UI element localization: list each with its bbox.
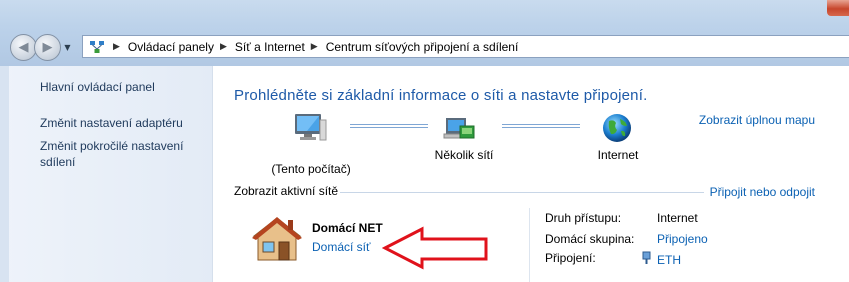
multiple-networks-icon[interactable]: [440, 112, 480, 149]
breadcrumb-separator-icon[interactable]: ▶: [311, 41, 318, 52]
back-button[interactable]: ◀: [10, 34, 37, 61]
connections-label: Připojení:: [545, 251, 596, 265]
navigation-buttons: ◀ ▶ ▼: [10, 34, 73, 61]
link-change-advanced-sharing-cont[interactable]: sdílení: [40, 154, 75, 170]
address-bar[interactable]: ▶ Ovládací panely ▶ Síť a Internet ▶ Cen…: [82, 35, 849, 58]
breadcrumb-control-panel[interactable]: Ovládací panely: [128, 40, 214, 54]
back-arrow-icon: ◀: [18, 40, 29, 55]
section-divider: [340, 192, 704, 193]
access-type-value: Internet: [657, 211, 698, 225]
forward-button[interactable]: ▶: [34, 34, 61, 61]
map-connection-line: [350, 124, 428, 128]
this-computer-icon[interactable]: [290, 112, 330, 147]
window-chrome: ◀ ▶ ▼ ▶ Ovládací panely ▶ Síť a Internet…: [0, 0, 849, 66]
properties-divider: [529, 208, 530, 282]
homegroup-value-link[interactable]: Připojeno: [657, 232, 708, 246]
homegroup-label: Domácí skupina:: [545, 232, 635, 246]
network-center-icon: [87, 37, 107, 57]
annotation-arrow-icon: [381, 226, 490, 273]
ethernet-connection-icon: [642, 251, 651, 268]
chevron-down-icon: ▼: [64, 43, 71, 52]
left-task-pane: [0, 66, 213, 282]
connection-eth-link[interactable]: ETH: [642, 251, 681, 268]
internet-label: Internet: [597, 148, 639, 162]
view-full-map-link[interactable]: Zobrazit úplnou mapu: [699, 113, 815, 127]
link-change-adapter-settings[interactable]: Změnit nastavení adaptéru: [40, 115, 183, 131]
network-name: Domácí NET: [312, 221, 383, 235]
link-change-advanced-sharing[interactable]: Změnit pokročilé nastavení: [40, 138, 183, 154]
main-content: Prohlédněte si základní informace o síti…: [214, 66, 849, 282]
recent-pages-dropdown[interactable]: ▼: [62, 34, 73, 61]
access-type-label: Druh přístupu:: [545, 211, 622, 225]
breadcrumb-network-center[interactable]: Centrum síťových připojení a sdílení: [326, 40, 519, 54]
left-edge-strip: [0, 66, 9, 282]
active-networks-label: Zobrazit aktivní sítě: [234, 184, 339, 198]
network-location-type-link[interactable]: Domácí síť: [312, 240, 371, 254]
page-title: Prohlédněte si základní informace o síti…: [234, 87, 648, 104]
multiple-networks-label: Několik sítí: [434, 148, 494, 162]
breadcrumb: ▶ Ovládací panely ▶ Síť a Internet ▶ Cen…: [107, 40, 518, 54]
window-close-button[interactable]: [827, 0, 849, 16]
link-control-panel-home[interactable]: Hlavní ovládací panel: [40, 79, 155, 95]
breadcrumb-separator-icon[interactable]: ▶: [113, 41, 120, 52]
forward-arrow-icon: ▶: [42, 40, 53, 55]
breadcrumb-separator-icon[interactable]: ▶: [220, 41, 227, 52]
breadcrumb-network-internet[interactable]: Síť a Internet: [235, 40, 305, 54]
this-computer-label: (Tento počítač): [271, 162, 351, 176]
internet-globe-icon[interactable]: [600, 112, 634, 147]
map-connection-line: [502, 124, 580, 128]
connection-eth-label: ETH: [657, 252, 681, 267]
connect-or-disconnect-link[interactable]: Připojit nebo odpojit: [710, 185, 815, 199]
home-network-icon[interactable]: [250, 214, 304, 267]
